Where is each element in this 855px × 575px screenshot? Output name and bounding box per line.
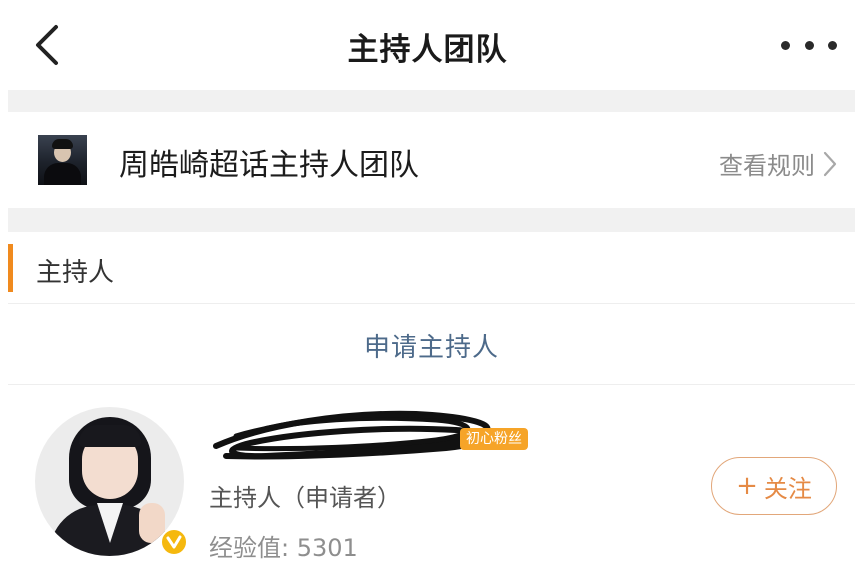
view-rules-link[interactable]: 查看规则 — [719, 146, 837, 181]
host-role-text: 主持人（申请者） — [209, 484, 401, 512]
more-options-button[interactable] — [781, 30, 837, 60]
top-nav-bar: 主持人团队 — [0, 0, 855, 90]
fan-level-badge: 初心粉丝 — [460, 428, 528, 450]
view-rules-label: 查看规则 — [719, 152, 815, 180]
experience-value: 经验值: 5301 — [209, 534, 358, 562]
verified-v-icon — [160, 528, 188, 556]
community-name: 周皓崎超话主持人团队 — [119, 148, 419, 183]
section-accent-bar — [8, 244, 13, 292]
community-row[interactable]: 周皓崎超话主持人团队 查看规则 — [8, 112, 855, 208]
section-title: 主持人 — [36, 258, 115, 288]
username-block[interactable]: 初心粉丝 — [206, 406, 546, 460]
chevron-right-icon — [823, 151, 837, 176]
follow-button[interactable]: + 关注 — [711, 457, 837, 515]
apply-host-button[interactable]: 申请主持人 — [364, 327, 499, 364]
follow-label: 关注 — [763, 474, 812, 503]
apply-row: 申请主持人 — [8, 305, 855, 385]
divider — [8, 208, 855, 232]
page-title: 主持人团队 — [347, 32, 508, 68]
plus-icon: + — [736, 471, 758, 501]
divider — [8, 90, 855, 112]
section-header: 主持人 — [8, 232, 855, 304]
host-list-item[interactable]: 初心粉丝 主持人（申请者） 经验值: 5301 + 关注 — [8, 386, 855, 575]
more-horizontal-icon — [781, 40, 790, 50]
community-thumbnail — [38, 135, 87, 185]
